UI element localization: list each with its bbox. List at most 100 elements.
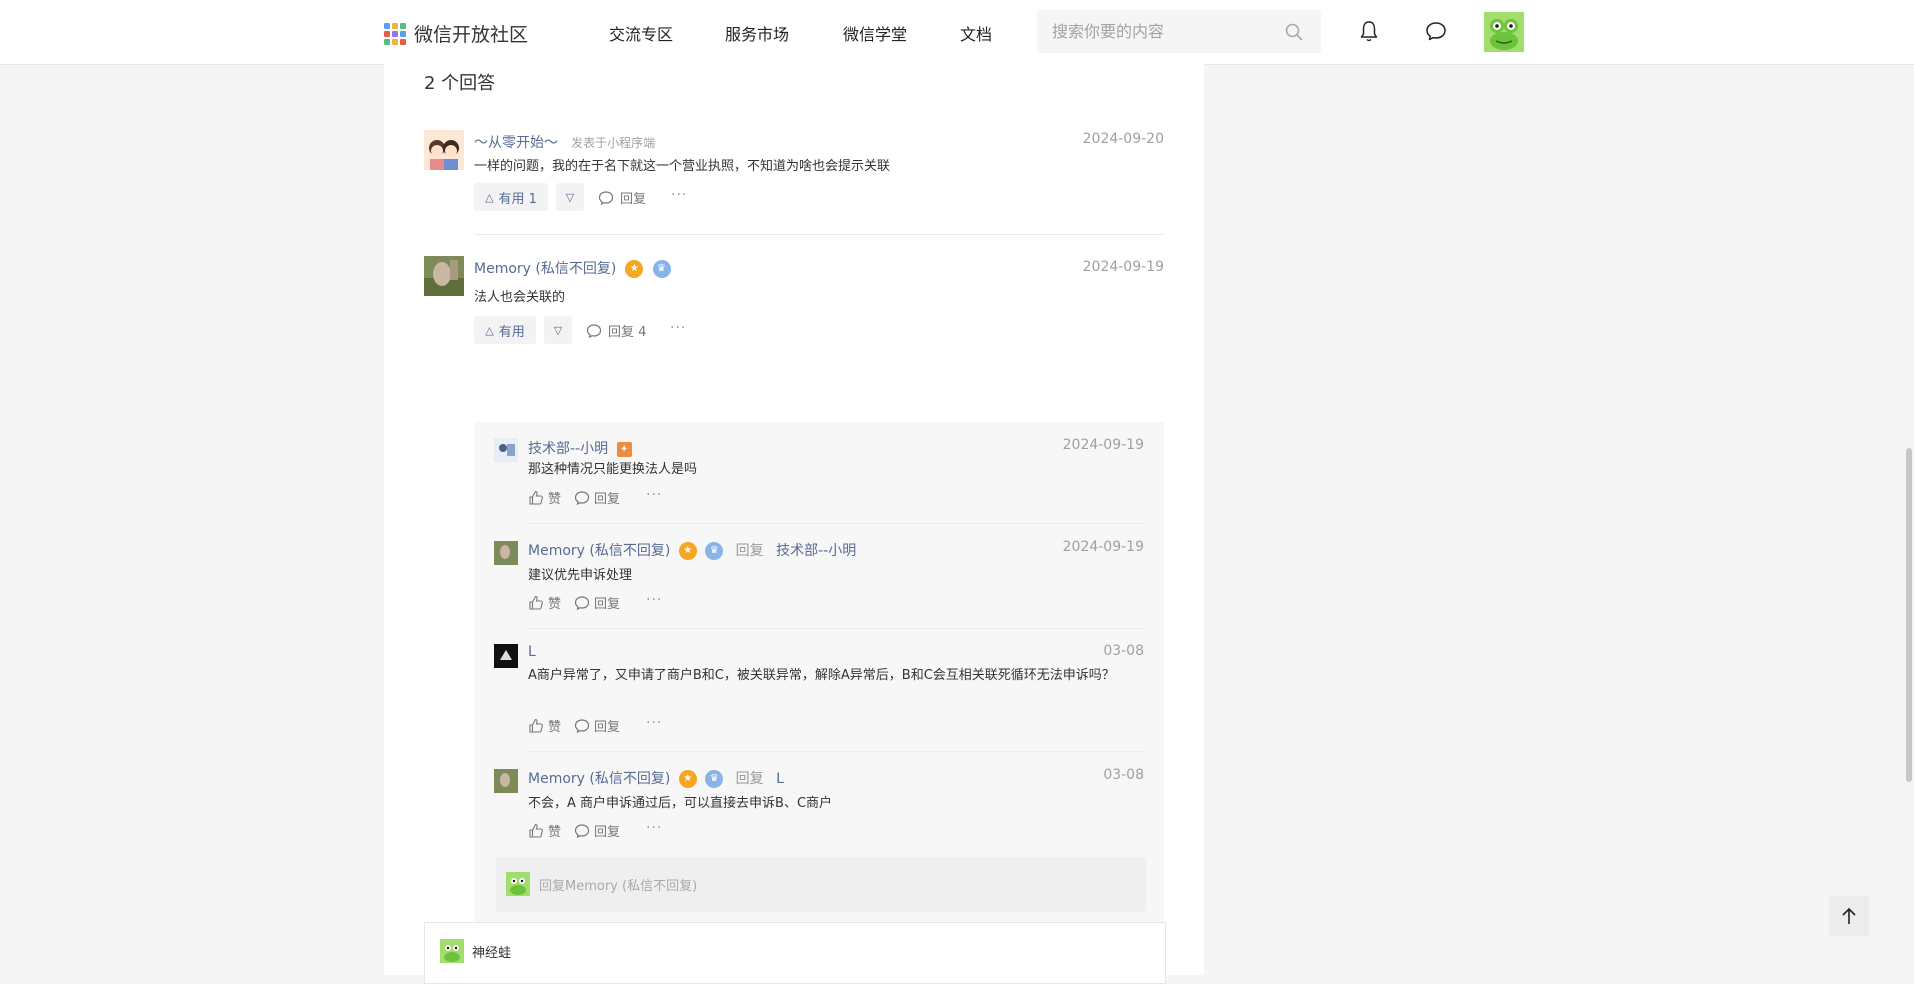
frog-avatar-icon xyxy=(506,872,530,896)
reply-button[interactable]: 回复 xyxy=(574,821,620,840)
comment-icon xyxy=(574,595,590,610)
reply-button[interactable]: 回复 4 xyxy=(586,321,646,340)
reply-label: 回复 xyxy=(594,492,621,507)
reply-label: 回复 xyxy=(620,192,647,207)
reply-date: 2024-09-19 xyxy=(1062,437,1144,453)
more-icon[interactable]: ··· xyxy=(646,487,662,503)
photo-avatar-icon xyxy=(424,256,464,296)
star-badge-icon: ★ xyxy=(625,259,644,278)
top-navigation-bar: 微信开放社区 交流专区 服务市场 微信学堂 文档 xyxy=(0,0,1914,65)
reply-to-word: 回复 xyxy=(735,771,764,787)
reply-author[interactable]: Memory (私信不回复) xyxy=(528,543,670,559)
reply-text: 不会，A 商户申诉通过后，可以直接去申诉B、C商户 xyxy=(528,796,833,811)
answer-avatar[interactable] xyxy=(424,256,464,296)
useful-label: 有用 xyxy=(498,324,525,340)
reply-to-author[interactable]: L xyxy=(776,771,784,787)
reply-button[interactable]: 回复 xyxy=(574,488,620,507)
triangle-down-icon: ▽ xyxy=(553,323,563,337)
nav-item-wechat-academy[interactable]: 微信学堂 xyxy=(843,21,907,45)
reply-label: 回复 xyxy=(594,720,621,735)
useful-button[interactable]: △ 有用 xyxy=(474,316,536,344)
comment-icon xyxy=(574,490,590,505)
star-badge-icon: ★ xyxy=(678,770,697,788)
not-useful-button[interactable]: ▽ xyxy=(544,316,572,344)
reply-text: 建议优先申诉处理 xyxy=(528,568,633,583)
crown-badge-icon: ♛ xyxy=(705,770,724,788)
more-icon[interactable]: ··· xyxy=(670,320,686,336)
answers-panel: 2 个回答 ～从零开始～ 发表于小程序端 2024-09-20 一样的问题，我的… xyxy=(384,64,1204,984)
reply-text: A商户异常了，又申请了商户B和C，被关联异常，解除A异常后，B和C会互相关联死循… xyxy=(528,668,1115,683)
reply-avatar[interactable] xyxy=(494,644,518,668)
composer-username: 神经蛙 xyxy=(472,946,512,961)
reply-divider xyxy=(528,628,1146,629)
site-logo[interactable]: 微信开放社区 xyxy=(384,20,528,47)
nav-item-community[interactable]: 交流专区 xyxy=(609,21,673,45)
thumbs-up-icon xyxy=(529,490,543,505)
reply-to-author[interactable]: 技术部--小明 xyxy=(776,543,856,559)
photo-avatar-icon xyxy=(494,769,518,793)
useful-label: 有用 1 xyxy=(498,191,537,207)
search-icon[interactable] xyxy=(1285,23,1303,41)
reply-author-line: Memory (私信不回复) ★ ♛ 回复 L xyxy=(528,768,784,788)
reply-button[interactable]: 回复 xyxy=(574,593,620,612)
like-button[interactable]: 赞 xyxy=(528,593,561,612)
not-useful-button[interactable]: ▽ xyxy=(556,183,584,211)
reply-author-line: 技术部--小明 ✦ xyxy=(528,438,632,458)
answer-text: 一样的问题，我的在于名下就这一个营业执照，不知道为啥也会提示关联 xyxy=(474,159,891,174)
more-icon[interactable]: ··· xyxy=(671,187,687,203)
triangle-up-icon: △ xyxy=(485,323,494,337)
reply-label: 回复 xyxy=(594,825,621,840)
like-label: 赞 xyxy=(548,597,562,612)
reply-author[interactable]: L xyxy=(528,644,536,660)
reply-label: 回复 xyxy=(594,597,621,612)
reply-divider xyxy=(528,523,1146,524)
site-title: 微信开放社区 xyxy=(414,24,529,46)
thumbs-up-icon xyxy=(529,718,543,733)
page-scrollbar[interactable] xyxy=(1906,448,1912,782)
reply-to-word: 回复 xyxy=(735,543,764,559)
more-icon[interactable]: ··· xyxy=(646,592,662,608)
reply-author-line: Memory (私信不回复) ★ ♛ 回复 技术部--小明 xyxy=(528,540,856,560)
frog-avatar-icon xyxy=(1484,12,1524,52)
reply-input-box[interactable]: 回复Memory (私信不回复) xyxy=(496,857,1146,912)
message-icon[interactable] xyxy=(1425,20,1447,42)
reply-author[interactable]: 技术部--小明 xyxy=(528,441,608,457)
thumbs-up-icon xyxy=(529,595,543,610)
more-icon[interactable]: ··· xyxy=(646,715,662,731)
bell-icon[interactable] xyxy=(1359,20,1379,42)
answer-source: 发表于小程序端 xyxy=(571,136,656,150)
answer-divider xyxy=(474,234,1164,235)
comment-icon xyxy=(598,190,614,205)
reply-input-placeholder: 回复Memory (私信不回复) xyxy=(539,879,698,894)
triangle-down-icon: ▽ xyxy=(565,190,575,204)
back-to-top-button[interactable] xyxy=(1829,896,1869,936)
user-avatar[interactable] xyxy=(1484,12,1524,52)
nav-item-docs[interactable]: 文档 xyxy=(960,21,992,45)
answer-author[interactable]: Memory (私信不回复) xyxy=(474,261,616,277)
answer-text: 法人也会关联的 xyxy=(474,290,566,305)
reply-author-line: L xyxy=(528,644,536,660)
more-icon[interactable]: ··· xyxy=(646,820,662,836)
useful-button[interactable]: △ 有用 1 xyxy=(474,183,548,211)
answer-avatar[interactable] xyxy=(424,130,464,170)
user-avatar-icon xyxy=(494,438,518,462)
reply-button[interactable]: 回复 xyxy=(574,716,620,735)
nav-item-service-market[interactable]: 服务市场 xyxy=(725,21,789,45)
reply-author[interactable]: Memory (私信不回复) xyxy=(528,771,670,787)
answer-author[interactable]: ～从零开始～ xyxy=(474,135,558,151)
reply-avatar[interactable] xyxy=(494,438,518,462)
answer-count: 2 个回答 xyxy=(424,73,496,94)
reply-avatar[interactable] xyxy=(494,541,518,565)
answer-date: 2024-09-19 xyxy=(1082,259,1164,275)
comment-icon xyxy=(586,323,602,338)
search-input[interactable] xyxy=(1037,10,1272,53)
comment-icon xyxy=(574,718,590,733)
star-badge-icon: ★ xyxy=(678,542,697,560)
reply-button[interactable]: 回复 xyxy=(598,188,646,207)
like-button[interactable]: 赞 xyxy=(528,821,561,840)
answer-date: 2024-09-20 xyxy=(1082,131,1164,147)
reply-avatar[interactable] xyxy=(494,769,518,793)
like-button[interactable]: 赞 xyxy=(528,716,561,735)
answer-author-line: ～从零开始～ 发表于小程序端 xyxy=(474,132,655,152)
like-button[interactable]: 赞 xyxy=(528,488,561,507)
